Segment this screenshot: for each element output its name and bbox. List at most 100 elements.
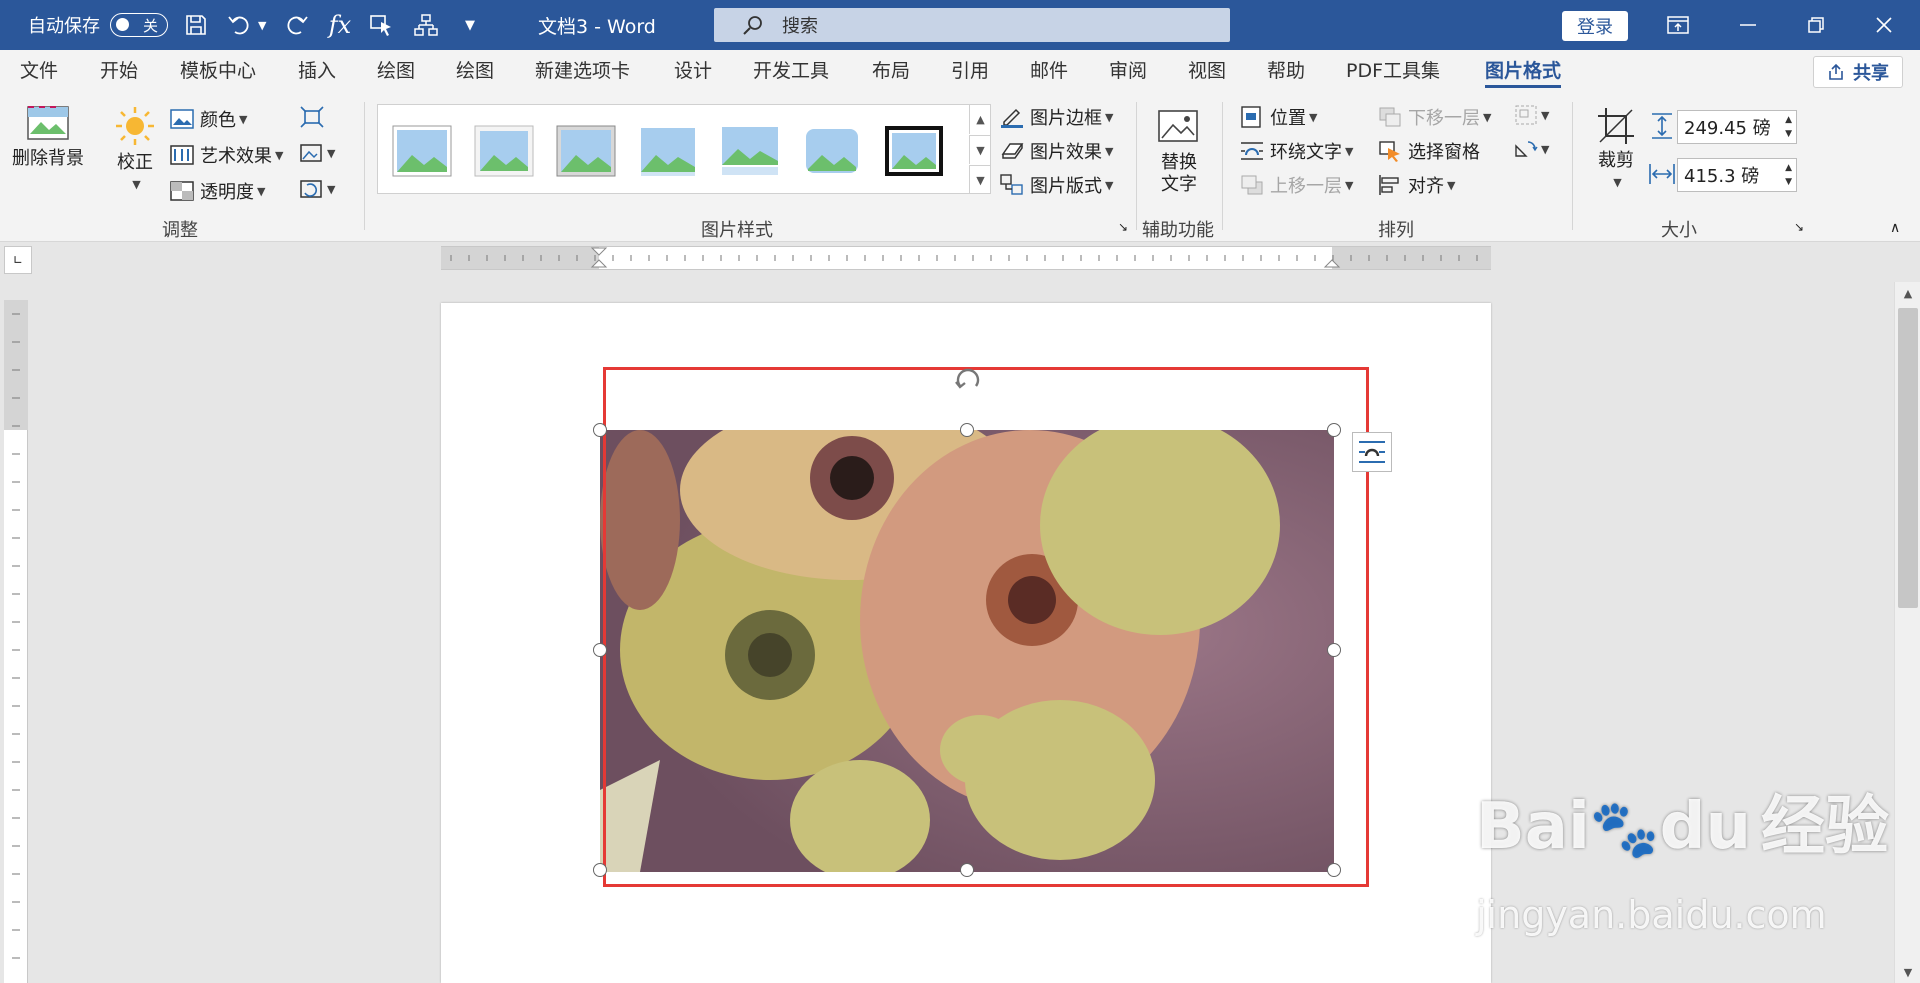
tab-view[interactable]: 视图 bbox=[1188, 50, 1226, 92]
tab-picture-format[interactable]: 图片格式 bbox=[1485, 50, 1562, 92]
ribbon: 删除背景 校正 ▼ 颜色 ▼ 艺术效果 ▼ 透明度 ▼ ▼ ▼ 调整 ▲ ▼ ▼… bbox=[0, 92, 1920, 242]
resize-handle-bottom-left[interactable] bbox=[593, 863, 607, 877]
login-button[interactable]: 登录 bbox=[1562, 11, 1628, 41]
restore-icon[interactable] bbox=[1780, 0, 1852, 50]
tab-pdf-tools[interactable]: PDF工具集 bbox=[1346, 50, 1440, 92]
picture-style-option[interactable] bbox=[392, 125, 452, 177]
group-objects-icon bbox=[1514, 104, 1538, 126]
customize-qat-icon[interactable]: ▼ bbox=[452, 0, 488, 50]
selection-pane-label: 选择窗格 bbox=[1408, 142, 1480, 163]
format-picture-dialog-launcher-icon[interactable]: ↘ bbox=[1118, 220, 1128, 234]
tab-stop-selector[interactable]: ∟ bbox=[4, 246, 32, 274]
gallery-scroll-down-icon[interactable]: ▼ bbox=[969, 135, 991, 164]
share-button[interactable]: 共享 bbox=[1813, 56, 1903, 88]
tab-draw[interactable]: 绘图 bbox=[377, 50, 415, 92]
tab-template-center[interactable]: 模板中心 bbox=[180, 50, 256, 92]
picture-style-option[interactable] bbox=[556, 125, 616, 177]
picture-style-option[interactable] bbox=[638, 125, 698, 177]
picture-color-icon bbox=[170, 109, 194, 129]
height-spinner-icon[interactable]: ▲ ▼ bbox=[1785, 113, 1792, 141]
search-input[interactable]: 搜索 bbox=[714, 8, 1230, 42]
tab-insert[interactable]: 插入 bbox=[298, 50, 336, 92]
transparency-button[interactable]: 透明度 ▼ bbox=[170, 178, 265, 204]
tab-developer[interactable]: 开发工具 bbox=[753, 50, 829, 92]
size-dialog-launcher-icon[interactable]: ↘ bbox=[1794, 220, 1804, 234]
horizontal-ruler[interactable] bbox=[441, 246, 1491, 270]
autosave-label: 自动保存 bbox=[28, 16, 100, 37]
alt-text-icon bbox=[1156, 108, 1202, 148]
picture-effects-button[interactable]: 图片效果 ▼ bbox=[1000, 138, 1113, 164]
width-input[interactable]: 415.3 磅 ▲ ▼ bbox=[1677, 158, 1797, 192]
tab-review[interactable]: 审阅 bbox=[1109, 50, 1147, 92]
align-icon bbox=[1378, 174, 1402, 196]
autosave-toggle[interactable]: 关 bbox=[110, 13, 168, 37]
undo-dropdown-icon[interactable]: ▼ bbox=[258, 0, 266, 50]
bring-forward-button[interactable]: 上移一层 ▼ bbox=[1240, 172, 1353, 198]
width-spinner-icon[interactable]: ▲ ▼ bbox=[1785, 161, 1792, 189]
selection-pane-button[interactable]: 选择窗格 bbox=[1378, 138, 1480, 164]
align-button[interactable]: 对齐 ▼ bbox=[1378, 172, 1455, 198]
org-chart-icon[interactable] bbox=[408, 0, 444, 50]
gallery-scroll-up-icon[interactable]: ▲ bbox=[969, 105, 991, 134]
save-icon[interactable] bbox=[178, 0, 214, 50]
selected-picture[interactable] bbox=[600, 430, 1334, 872]
resize-handle-top-left[interactable] bbox=[593, 423, 607, 437]
rotate-icon[interactable] bbox=[950, 362, 986, 398]
title-bar: 自动保存 关 ▼ fx ▼ 文档3 - Word 搜索 登录 bbox=[0, 0, 1920, 50]
tab-design[interactable]: 设计 bbox=[674, 50, 712, 92]
tab-help[interactable]: 帮助 bbox=[1267, 50, 1305, 92]
remove-background-button[interactable]: 删除背景 bbox=[12, 104, 84, 170]
scrollbar-thumb[interactable] bbox=[1898, 308, 1918, 608]
color-button[interactable]: 颜色 ▼ bbox=[170, 106, 247, 132]
resize-handle-top[interactable] bbox=[960, 423, 974, 437]
picture-style-option[interactable] bbox=[884, 125, 944, 177]
function-icon[interactable]: fx bbox=[322, 0, 358, 50]
crop-button[interactable]: 裁剪 ▼ bbox=[1596, 106, 1636, 194]
reset-picture-button[interactable]: ▼ bbox=[300, 178, 335, 200]
vertical-scrollbar[interactable]: ▲ ▼ bbox=[1894, 282, 1920, 983]
artistic-effects-button[interactable]: 艺术效果 ▼ bbox=[170, 142, 283, 168]
resize-handle-left[interactable] bbox=[593, 643, 607, 657]
change-picture-button[interactable]: ▼ bbox=[300, 142, 335, 164]
rotate-objects-button[interactable]: ▼ bbox=[1514, 138, 1549, 160]
tab-new-tab[interactable]: 新建选项卡 bbox=[535, 50, 630, 92]
group-objects-button[interactable]: ▼ bbox=[1514, 104, 1549, 126]
send-backward-label: 下移一层 bbox=[1408, 108, 1480, 129]
send-backward-button[interactable]: 下移一层 ▼ bbox=[1378, 104, 1491, 130]
close-icon[interactable] bbox=[1848, 0, 1920, 50]
tab-file[interactable]: 文件 bbox=[20, 50, 58, 92]
bring-forward-label: 上移一层 bbox=[1270, 176, 1342, 197]
redo-icon[interactable] bbox=[278, 0, 314, 50]
layout-options-icon[interactable] bbox=[1352, 432, 1392, 472]
resize-handle-bottom[interactable] bbox=[960, 863, 974, 877]
tab-draw-2[interactable]: 绘图 bbox=[456, 50, 494, 92]
picture-style-option[interactable] bbox=[802, 125, 862, 177]
resize-handle-bottom-right[interactable] bbox=[1327, 863, 1341, 877]
arrange-group-label: 排列 bbox=[1378, 220, 1414, 241]
minimize-icon[interactable] bbox=[1712, 0, 1784, 50]
picture-style-option[interactable] bbox=[474, 125, 534, 177]
undo-icon[interactable] bbox=[222, 0, 258, 50]
resize-handle-top-right[interactable] bbox=[1327, 423, 1341, 437]
resize-handle-right[interactable] bbox=[1327, 643, 1341, 657]
collapse-ribbon-icon[interactable]: ∧ bbox=[1890, 220, 1900, 236]
height-input[interactable]: 249.45 磅 ▲ ▼ bbox=[1677, 110, 1797, 144]
alt-text-button[interactable]: 替换 文字 bbox=[1156, 108, 1202, 196]
vertical-ruler[interactable] bbox=[4, 300, 28, 983]
ribbon-display-options-icon[interactable] bbox=[1642, 0, 1714, 50]
tab-references[interactable]: 引用 bbox=[951, 50, 989, 92]
scroll-down-icon[interactable]: ▼ bbox=[1895, 961, 1920, 983]
gallery-more-icon[interactable]: ▼ bbox=[969, 165, 991, 194]
wrap-text-button[interactable]: 环绕文字 ▼ bbox=[1240, 138, 1353, 164]
tab-layout[interactable]: 布局 bbox=[872, 50, 910, 92]
position-button[interactable]: 位置 ▼ bbox=[1240, 104, 1317, 130]
picture-border-button[interactable]: 图片边框 ▼ bbox=[1000, 104, 1113, 130]
scroll-up-icon[interactable]: ▲ bbox=[1895, 282, 1920, 304]
compress-pictures-button[interactable] bbox=[300, 106, 324, 128]
select-objects-icon[interactable] bbox=[364, 0, 400, 50]
picture-layout-button[interactable]: 图片版式 ▼ bbox=[1000, 172, 1113, 198]
picture-style-option[interactable] bbox=[720, 125, 780, 177]
tab-mailings[interactable]: 邮件 bbox=[1030, 50, 1068, 92]
corrections-button[interactable]: 校正 ▼ bbox=[113, 104, 157, 196]
tab-home[interactable]: 开始 bbox=[100, 50, 138, 92]
